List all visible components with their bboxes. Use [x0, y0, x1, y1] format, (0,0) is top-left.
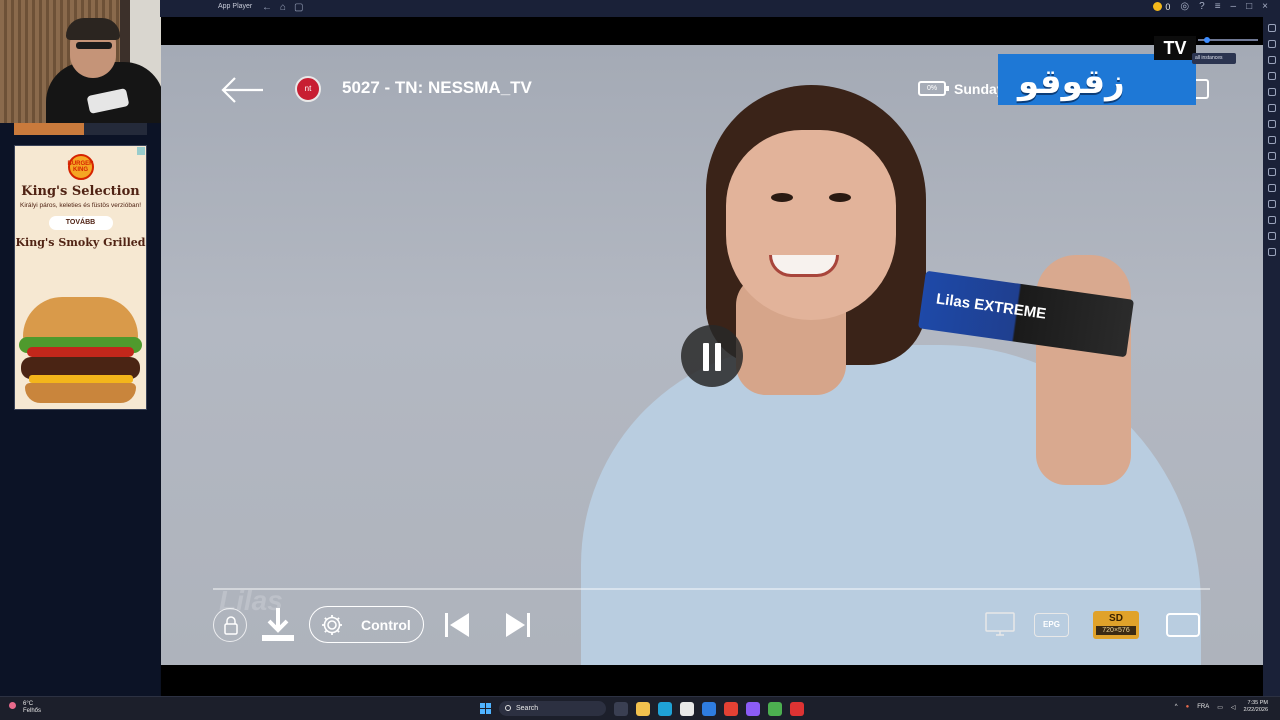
channel-logo: nt [295, 76, 321, 102]
channel-watermark-logo: زقوقو TV [998, 36, 1198, 106]
back-arrow-icon[interactable] [219, 75, 265, 105]
quality-button[interactable]: SD 720×576 [1093, 611, 1139, 639]
lock-icon [224, 616, 238, 635]
skip-previous-icon [445, 613, 469, 637]
lock-button[interactable] [213, 608, 247, 642]
close-icon[interactable]: × [1262, 1, 1268, 12]
microphone-icon[interactable]: ● [1186, 704, 1190, 710]
system-tray: ^ ● FRA ▭ ◁ 7:35 PM 2/22/2026 [1175, 700, 1268, 714]
taskbar-search[interactable]: Search [499, 701, 606, 716]
download-button[interactable] [259, 605, 297, 645]
burger-king-ad[interactable]: BURGER KING King's Selection Királyi pár… [14, 145, 147, 410]
toolbar-icon[interactable] [1267, 232, 1276, 240]
video-player[interactable]: Lilas EXTREME Lilas nt 5027 - TN: NESSMA… [161, 17, 1263, 696]
previous-channel-button[interactable] [443, 611, 473, 639]
emulator-icon[interactable] [768, 702, 782, 716]
maximize-icon[interactable]: □ [1246, 1, 1252, 12]
toolbar-icon[interactable] [1267, 136, 1276, 144]
channel-title: 5027 - TN: NESSMA_TV [342, 78, 532, 97]
control-label: Control [361, 617, 411, 633]
menu-icon[interactable]: ≡ [1215, 1, 1221, 12]
clock[interactable]: 7:35 PM 2/22/2026 [1244, 700, 1268, 714]
battery-indicator: 0% [918, 81, 949, 96]
tooltip: all instances [1192, 53, 1236, 64]
toolbar-icon[interactable] [1267, 24, 1276, 32]
ad-subtitle: Királyi páros, keleties és füstös verzió… [19, 202, 142, 209]
progress-bar[interactable] [213, 588, 1210, 590]
task-view-icon[interactable] [614, 702, 628, 716]
ad-title: King's Selection [21, 184, 140, 199]
toolbar-icon[interactable] [1267, 200, 1276, 208]
toolbar-icon[interactable] [1267, 248, 1276, 256]
download-icon [262, 608, 294, 641]
toolbar-icon[interactable] [1267, 104, 1276, 112]
chevron-up-icon[interactable]: ^ [1175, 704, 1178, 710]
screen-mode-button[interactable] [985, 611, 1015, 639]
ad-more-button[interactable]: TOVÁBB [48, 216, 113, 230]
ad-info-icon[interactable] [137, 147, 145, 155]
network-icon[interactable]: ▭ [1217, 704, 1223, 711]
day-label: Sunday [954, 81, 1005, 97]
home-icon[interactable]: ⌂ [280, 2, 286, 13]
skip-next-icon [506, 613, 530, 637]
emulator-right-toolbar [1263, 17, 1280, 696]
coin-counter[interactable]: 0 [1153, 2, 1170, 12]
next-channel-button[interactable] [502, 611, 532, 639]
toolbar-icon[interactable] [1267, 184, 1276, 192]
toolbar-icon[interactable] [1267, 88, 1276, 96]
app-name: App Player [218, 3, 253, 10]
quality-label: SD [1109, 613, 1123, 624]
windows-start-icon[interactable] [480, 703, 491, 714]
back-nav-icon[interactable]: ← [262, 2, 272, 13]
minimize-icon[interactable]: – [1231, 1, 1237, 12]
toolbar-icon[interactable] [1267, 56, 1276, 64]
toolbar-icon[interactable] [1267, 72, 1276, 80]
mail-icon[interactable] [702, 702, 716, 716]
recorder-icon[interactable] [790, 702, 804, 716]
resolution-label: 720×576 [1096, 626, 1136, 635]
language-indicator[interactable]: FRA [1197, 704, 1209, 710]
coin-icon [1153, 2, 1163, 11]
toolbar-icon[interactable] [1267, 216, 1276, 224]
store-icon[interactable] [680, 702, 694, 716]
toolbar-icon[interactable] [1267, 152, 1276, 160]
volume-icon[interactable]: ◁ [1231, 704, 1236, 711]
control-button[interactable]: Control [309, 606, 424, 643]
discord-icon[interactable] [746, 702, 760, 716]
gear-icon [322, 615, 342, 635]
monitor-icon [985, 612, 1015, 636]
slider-thumb[interactable] [1204, 37, 1210, 43]
toolbar-icon[interactable] [1267, 168, 1276, 176]
burger-king-logo: BURGER KING [67, 154, 94, 180]
desktop-screen: BURGER KING King's Selection Királyi pár… [0, 0, 1280, 720]
emulator-titlebar: App Player ← ⌂ ▢ 0 ◎ ? ≡ – □ × [160, 0, 1280, 17]
ad-strip-top[interactable] [14, 122, 147, 135]
burger-image [17, 297, 144, 405]
edge-icon[interactable] [658, 702, 672, 716]
toolbar-icon[interactable] [1267, 120, 1276, 128]
ad-product-name: King's Smoky Grilled [15, 236, 146, 249]
weather-icon [9, 702, 16, 709]
file-explorer-icon[interactable] [636, 702, 650, 716]
channel-watermark-text: زقوقو [1018, 62, 1125, 102]
volume-slider[interactable] [1198, 37, 1258, 43]
windows-taskbar: 6°C Felhős Search ^ ● FRA ▭ ◁ 7:35 PM 2/… [0, 696, 1280, 720]
pause-button[interactable] [681, 325, 743, 387]
weather-desc: Felhős [23, 708, 42, 714]
tabs-icon[interactable]: ▢ [294, 2, 303, 13]
aspect-ratio-button[interactable] [1166, 613, 1200, 637]
chrome-icon[interactable] [724, 702, 738, 716]
account-icon[interactable]: ◎ [1180, 1, 1189, 12]
search-icon [505, 705, 511, 711]
tv-badge: TV [1154, 36, 1196, 60]
weather-temp: 6°C [23, 701, 34, 707]
toolbar-icon[interactable] [1267, 40, 1276, 48]
epg-button[interactable]: EPG [1034, 613, 1069, 637]
help-icon[interactable]: ? [1199, 1, 1205, 12]
weather-widget[interactable]: 6°C Felhős [9, 701, 42, 715]
